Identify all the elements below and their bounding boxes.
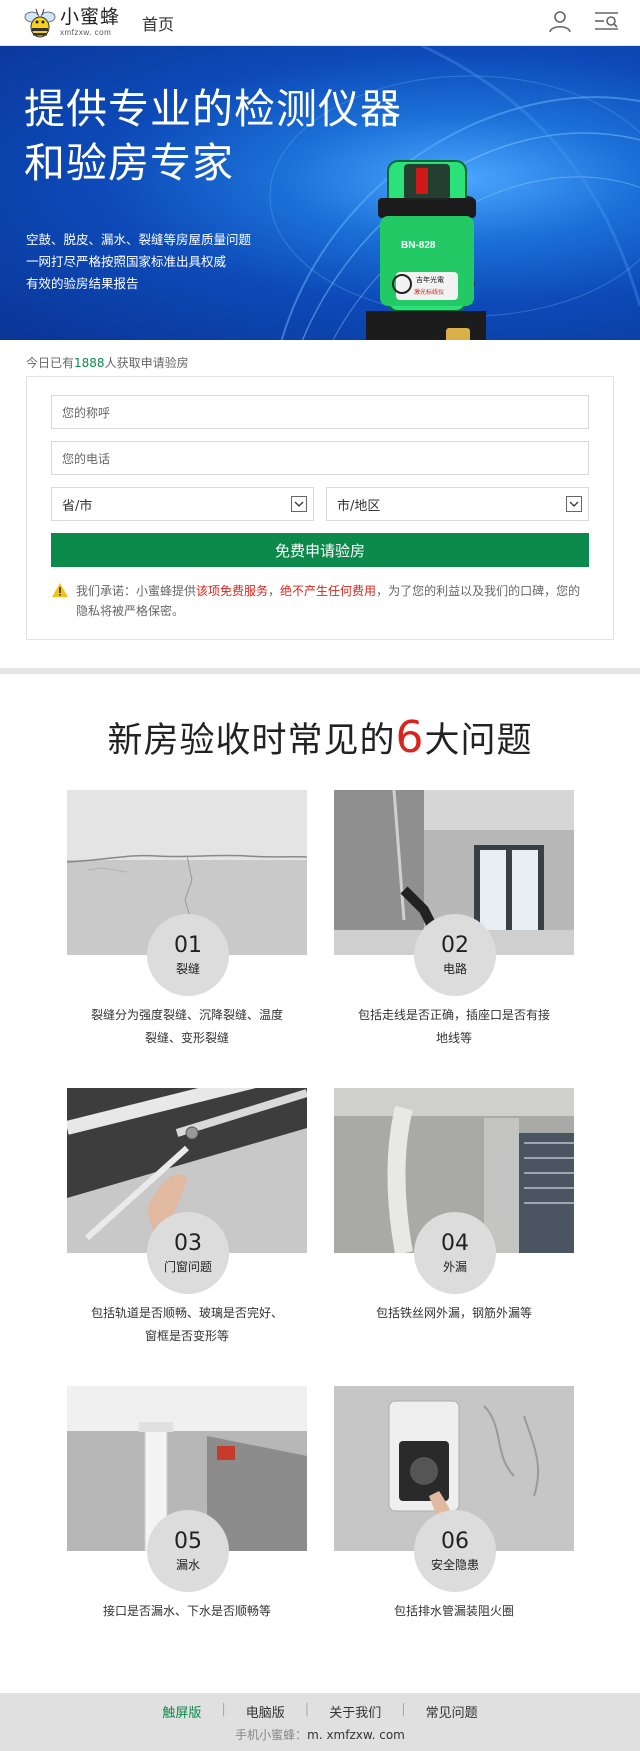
problem-badge: 02 电路	[414, 914, 496, 996]
problem-card-01[interactable]: 01 裂缝 裂缝分为强度裂缝、沉降裂缝、温度裂缝、变形裂缝	[67, 790, 307, 1045]
apply-count-text: 今日已有1888人获取申请验房	[0, 340, 640, 376]
problem-number: 03	[174, 1230, 202, 1256]
name-input[interactable]: 您的称呼	[51, 395, 589, 429]
apply-suffix: 人获取申请验房	[104, 356, 189, 370]
city-select[interactable]: 市/地区	[326, 487, 589, 521]
apply-count-number: 1888	[74, 356, 105, 370]
footer-link-pc[interactable]: 电脑版	[226, 1702, 305, 1721]
submit-apply-button[interactable]: 免费申请验房	[51, 533, 589, 567]
nav-home-link[interactable]: 首页	[142, 11, 174, 35]
problem-number: 05	[174, 1528, 202, 1554]
promise-part-c: ，	[268, 584, 281, 598]
promise-nofee-highlight: 绝不产生任何费用	[280, 584, 377, 598]
problem-badge: 01 裂缝	[147, 914, 229, 996]
problems-title: 新房验收时常见的6大问题	[0, 712, 640, 772]
problem-description: 包括轨道是否顺畅、玻璃是否完好、窗框是否变形等	[90, 1306, 283, 1343]
footer-site-label: 手机小蜜蜂：	[235, 1728, 308, 1742]
bee-logo-icon	[22, 5, 58, 41]
problem-name: 裂缝	[175, 961, 200, 976]
problems-title-post: 大问题	[424, 721, 533, 761]
promise-part-a: 我们承诺：小蜜蜂提供	[76, 584, 197, 598]
chevron-down-icon	[566, 496, 582, 512]
promise-free-highlight: 该项免费服务	[196, 584, 269, 598]
promise-notice: 我们承诺：小蜜蜂提供该项免费服务，绝不产生任何费用，为了您的利益以及我们的口碑，…	[51, 581, 589, 621]
footer-site: 手机小蜜蜂：m. xmfzxw. com	[0, 1726, 640, 1743]
problem-badge: 05 漏水	[147, 1510, 229, 1592]
apply-form: 您的称呼 您的电话 省/市 市/地区 免费申请验房 我们承诺：小蜜蜂提供该项免费…	[26, 376, 614, 640]
device-brand-sub-label: 激光标线仪	[414, 288, 444, 296]
footer-nav: 触屏版 | 电脑版 | 关于我们 | 常见问题	[0, 1693, 640, 1721]
footer-site-url[interactable]: m. xmfzxw. com	[307, 1728, 405, 1742]
problem-name: 门窗问题	[163, 1259, 212, 1274]
banner-sub-line2: 一网打尽严格按照国家标准出具权威	[26, 254, 227, 269]
problem-card-06[interactable]: 06 安全隐患 包括排水管漏装阻火圈	[334, 1386, 574, 1618]
banner-title: 提供专业的检测仪器 和验房专家	[24, 82, 402, 190]
top-header: 小蜜蜂 xmfzxw. com 首页	[0, 0, 640, 46]
problem-description: 包括排水管漏装阻火圈	[393, 1604, 514, 1618]
site-footer: 触屏版 | 电脑版 | 关于我们 | 常见问题 手机小蜜蜂：m. xmfzxw.…	[0, 1693, 640, 1751]
problem-name: 安全隐患	[430, 1557, 479, 1572]
promise-text: 我们承诺：小蜜蜂提供该项免费服务，绝不产生任何费用，为了您的利益以及我们的口碑，…	[76, 581, 589, 621]
problem-name: 外漏	[442, 1259, 467, 1274]
problem-name: 电路	[442, 961, 467, 976]
banner-title-line1: 提供专业的检测仪器	[24, 85, 402, 133]
city-select-value: 市/地区	[337, 498, 381, 514]
warning-icon	[51, 582, 71, 621]
footer-link-faq[interactable]: 常见问题	[406, 1702, 498, 1721]
problem-number: 02	[441, 932, 469, 958]
banner-title-line2: 和验房专家	[24, 139, 234, 187]
footer-link-touch[interactable]: 触屏版	[142, 1702, 221, 1721]
problem-badge: 03 门窗问题	[147, 1212, 229, 1294]
problem-number: 06	[441, 1528, 469, 1554]
banner-sub-line1: 空鼓、脱皮、漏水、裂缝等房屋质量问题	[26, 232, 252, 247]
user-icon[interactable]	[548, 9, 572, 37]
problem-description: 接口是否漏水、下水是否顺畅等	[102, 1604, 271, 1618]
site-logo[interactable]: 小蜜蜂 xmfzxw. com	[22, 5, 120, 41]
problem-card-03[interactable]: 03 门窗问题 包括轨道是否顺畅、玻璃是否完好、窗框是否变形等	[67, 1088, 307, 1343]
banner-sub-line3: 有效的验房结果报告	[26, 276, 139, 291]
device-brand-label: 吉年光電	[416, 275, 444, 284]
logo-text-en: xmfzxw. com	[60, 28, 112, 37]
problem-badge: 06 安全隐患	[414, 1510, 496, 1592]
device-model-label: BN-828	[401, 240, 436, 251]
problem-card-04[interactable]: 04 外漏 包括铁丝网外漏，钢筋外漏等	[334, 1088, 574, 1320]
footer-link-about[interactable]: 关于我们	[309, 1702, 401, 1721]
problem-description: 裂缝分为强度裂缝、沉降裂缝、温度裂缝、变形裂缝	[90, 1008, 283, 1045]
menu-search-icon[interactable]	[594, 10, 620, 36]
name-placeholder: 您的称呼	[62, 405, 111, 420]
apply-prefix: 今日已有	[26, 356, 75, 370]
problem-description: 包括走线是否正确，插座口是否有接地线等	[357, 1008, 550, 1045]
problems-title-number: 6	[395, 712, 425, 763]
chevron-down-icon	[291, 496, 307, 512]
phone-placeholder: 您的电话	[62, 451, 111, 466]
problem-card-05[interactable]: 05 漏水 接口是否漏水、下水是否顺畅等	[67, 1386, 307, 1618]
province-select-value: 省/市	[62, 498, 93, 514]
logo-text-cn: 小蜜蜂	[60, 6, 121, 28]
problem-name: 漏水	[175, 1557, 200, 1572]
problem-number: 01	[174, 932, 202, 958]
problem-description: 包括铁丝网外漏，钢筋外漏等	[375, 1306, 532, 1320]
hero-banner[interactable]: BN-828 吉年光電 激光标线仪 提供专业的检测仪器 和验房专家 空鼓、脱皮、…	[0, 46, 640, 340]
problems-grid: 01 裂缝 裂缝分为强度裂缝、沉降裂缝、温度裂缝、变形裂缝 02 电路 包括走线…	[0, 772, 640, 1632]
section-divider	[0, 668, 640, 674]
problem-number: 04	[441, 1230, 469, 1256]
phone-input[interactable]: 您的电话	[51, 441, 589, 475]
problems-title-pre: 新房验收时常见的	[107, 721, 396, 761]
problem-badge: 04 外漏	[414, 1212, 496, 1294]
problem-card-02[interactable]: 02 电路 包括走线是否正确，插座口是否有接地线等	[334, 790, 574, 1045]
province-select[interactable]: 省/市	[51, 487, 314, 521]
banner-subtitle: 空鼓、脱皮、漏水、裂缝等房屋质量问题 一网打尽严格按照国家标准出具权威 有效的验…	[26, 229, 251, 295]
